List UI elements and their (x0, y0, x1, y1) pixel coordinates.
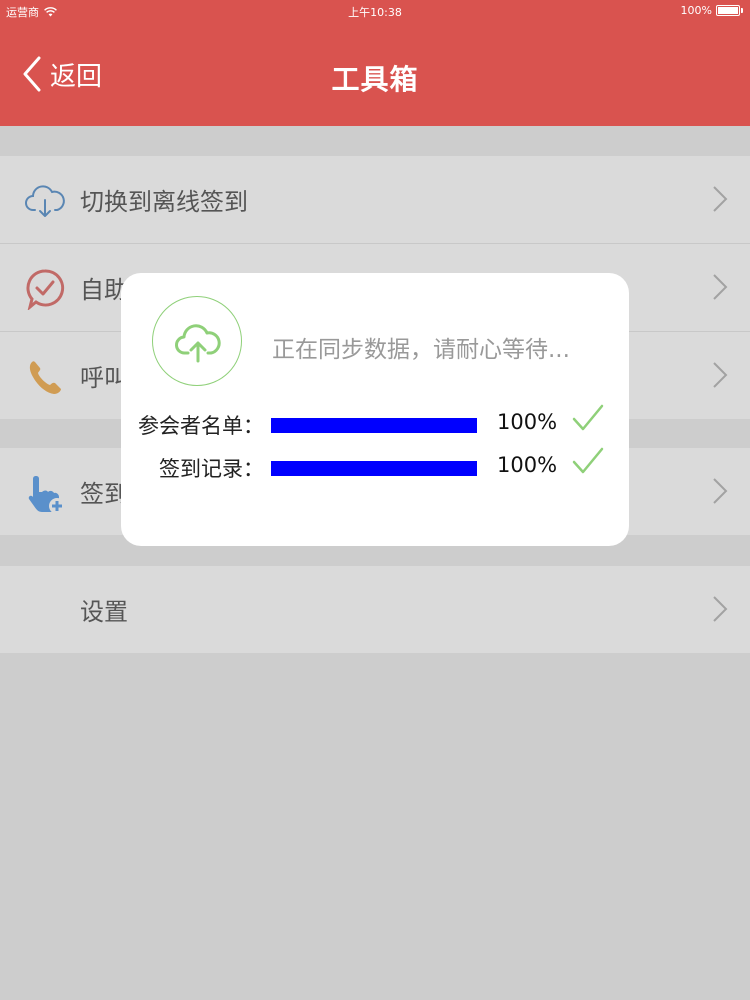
sync-dialog: 正在同步数据，请耐心等待... 参会者名单： 100% 签到记录： 100% (121, 273, 629, 546)
battery-indicator: 100% (680, 4, 743, 17)
sync-row-checkin-records: 签到记录： 100% (121, 447, 629, 481)
sync-row-label: 签到记录： (159, 457, 264, 481)
battery-icon (716, 5, 743, 16)
page-title: 工具箱 (331, 63, 419, 96)
checkmark-icon (572, 404, 604, 431)
progress-fill (271, 418, 477, 433)
battery-percent: 100% (680, 4, 712, 17)
progress-bar (271, 418, 477, 433)
cloud-upload-badge (152, 296, 242, 386)
status-bar: 运营商 上午10:38 100% (0, 0, 750, 22)
progress-fill (271, 461, 477, 476)
sync-row-label: 参会者名单： (138, 414, 264, 438)
cloud-upload-icon (175, 324, 221, 363)
progress-bar (271, 461, 477, 476)
progress-percent: 100% (497, 453, 558, 477)
nav-bar: 返回 工具箱 (0, 22, 750, 126)
sync-row-attendees: 参会者名单： 100% (121, 404, 629, 438)
modal-overlay (0, 126, 750, 1000)
checkmark-icon (572, 447, 604, 474)
status-time: 上午10:38 (348, 6, 402, 19)
sync-message: 正在同步数据，请耐心等待... (272, 337, 570, 363)
progress-percent: 100% (497, 410, 558, 434)
